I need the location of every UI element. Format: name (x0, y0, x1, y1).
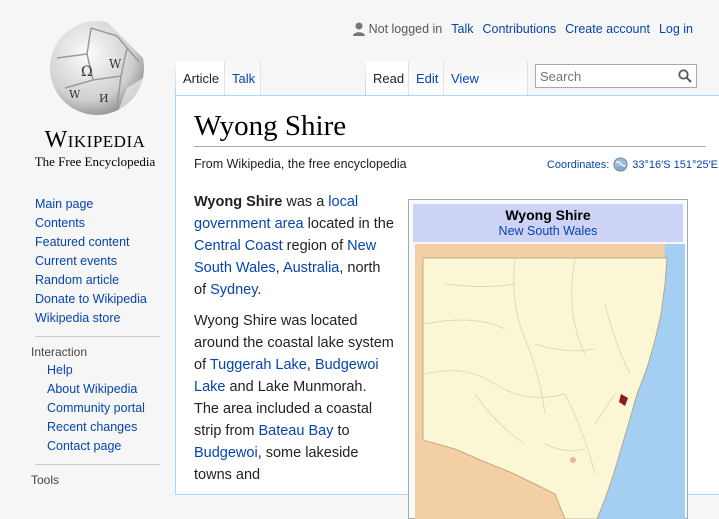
text: , (275, 260, 283, 276)
tab-article-label: Article (183, 71, 220, 86)
sidebar-item-current-events[interactable]: Current events (35, 252, 165, 271)
sidebar-item-contact-page[interactable]: Contact page (35, 437, 165, 456)
tab-edit[interactable]: Edit (409, 61, 444, 95)
talk-link[interactable]: Talk (451, 22, 473, 36)
login-link[interactable]: Log in (659, 22, 693, 36)
sidebar-heading-tools[interactable]: Tools (31, 471, 165, 489)
svg-text:W: W (69, 88, 81, 101)
coordinates: Coordinates: 33°16′S 151°25′E (547, 157, 718, 172)
sidebar-divider (35, 336, 160, 337)
article-content: Wyong Shire From Wikipedia, the free enc… (175, 95, 719, 519)
text: was a (282, 194, 329, 210)
bold-subject: Wyong Shire (194, 194, 283, 210)
globe-icon[interactable] (613, 157, 628, 172)
text: , (306, 357, 315, 373)
tab-article[interactable]: Article (176, 61, 225, 95)
sidebar-item-community-portal[interactable]: Community portal (35, 399, 165, 418)
site-tagline: From Wikipedia, the free encyclopedia (194, 157, 407, 171)
tab-view-history[interactable]: View history (444, 61, 528, 122)
personal-tools: Not logged in Talk Contributions Create … (352, 22, 693, 36)
infobox: Wyong Shire New South Wales (408, 199, 688, 519)
sidebar-divider (35, 464, 160, 465)
infobox-title: Wyong Shire (505, 207, 591, 223)
search-input[interactable] (536, 65, 670, 87)
sidebar-item-random-article[interactable]: Random article (35, 271, 165, 290)
coordinates-label[interactable]: Coordinates: (547, 159, 609, 171)
tab-read[interactable]: Read (366, 61, 409, 95)
sidebar-item-main-page[interactable]: Main page (35, 195, 165, 214)
infobox-header: Wyong Shire New South Wales (413, 204, 683, 242)
nsw-map (415, 244, 685, 519)
link-budgewoi[interactable]: Budgewoi (194, 445, 258, 461)
logo-wordmark: Wikipedia (44, 127, 146, 153)
svg-text:И: И (99, 92, 109, 105)
page-title: Wyong Shire (194, 110, 347, 142)
sidebar-navigation: Main page Contents Featured content Curr… (35, 195, 165, 328)
link-tuggerah-lake[interactable]: Tuggerah Lake (210, 357, 307, 373)
text: region of (282, 238, 348, 254)
coordinates-value[interactable]: 33°16′S 151°25′E (632, 159, 718, 171)
tab-read-label: Read (373, 71, 405, 86)
sidebar-item-help[interactable]: Help (35, 361, 165, 380)
sidebar-item-about[interactable]: About Wikipedia (35, 380, 165, 399)
text: to (333, 423, 350, 439)
puzzle-globe-icon: Ω W W И (50, 21, 144, 115)
text: . (257, 282, 262, 298)
title-divider (194, 146, 706, 147)
sidebar-item-store[interactable]: Wikipedia store (35, 309, 165, 328)
location-map[interactable] (415, 244, 685, 519)
paragraph-geography: Wyong Shire was located around the coast… (194, 310, 394, 486)
user-icon (352, 22, 365, 36)
svg-text:Ω: Ω (81, 64, 93, 80)
sidebar-heading-interaction[interactable]: Interaction (31, 343, 165, 361)
svg-text:W: W (109, 57, 122, 71)
search-icon[interactable] (678, 69, 692, 83)
logo-tagline: The Free Encyclopedia (34, 154, 156, 169)
tab-talk[interactable]: Talk (225, 61, 261, 95)
sidebar-item-donate[interactable]: Donate to Wikipedia (35, 290, 165, 309)
tab-edit-label: Edit (416, 71, 439, 86)
sidebar-item-contents[interactable]: Contents (35, 214, 165, 233)
infobox-subtitle-link[interactable]: New South Wales (413, 224, 683, 238)
sidebar: Main page Contents Featured content Curr… (31, 195, 165, 489)
login-status: Not logged in (368, 22, 443, 36)
text: located in the (303, 216, 394, 232)
sidebar-interaction: Help About Wikipedia Community portal Re… (35, 361, 165, 456)
wikipedia-logo[interactable]: Ω W W И Wikipedia The Free Encyclopedia (30, 18, 160, 178)
link-australia[interactable]: Australia (283, 260, 339, 276)
sidebar-item-recent-changes[interactable]: Recent changes (35, 418, 165, 437)
link-central-coast[interactable]: Central Coast (194, 238, 283, 254)
create-account-link[interactable]: Create account (565, 22, 650, 36)
paragraph-intro: Wyong Shire was a local government area … (194, 191, 394, 301)
link-bateau-bay[interactable]: Bateau Bay (258, 423, 333, 439)
search-box (535, 64, 697, 88)
sidebar-item-featured-content[interactable]: Featured content (35, 233, 165, 252)
contributions-link[interactable]: Contributions (483, 22, 557, 36)
link-sydney[interactable]: Sydney (210, 282, 257, 298)
tab-talk-label: Talk (232, 71, 256, 86)
article-body: Wyong Shire was a local government area … (194, 191, 394, 495)
